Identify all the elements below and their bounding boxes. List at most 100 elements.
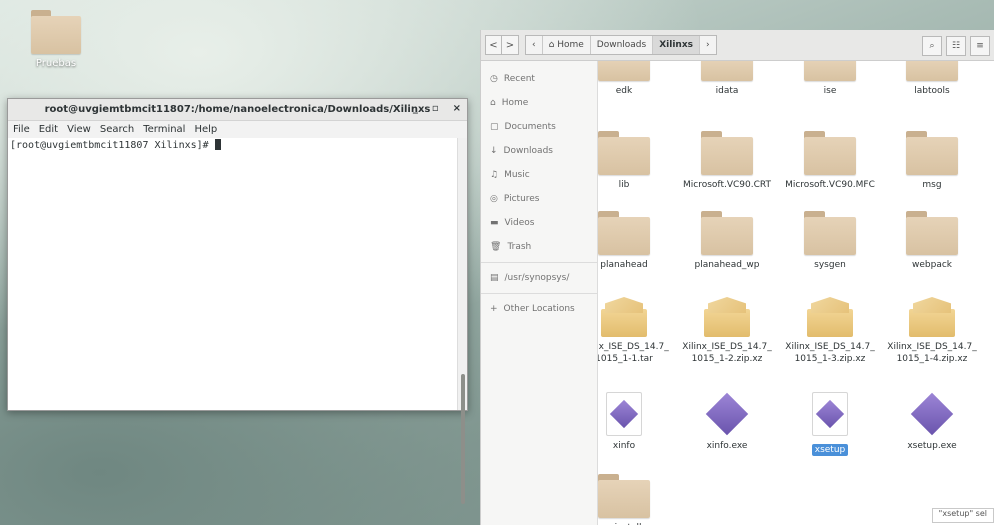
menu-button[interactable]: ≡ <box>970 36 990 56</box>
breadcrumb-downloads[interactable]: Downloads <box>591 36 654 54</box>
folder-icon <box>598 61 650 81</box>
sidebar-item-synopsys[interactable]: ▤/usr/synopsys/ <box>481 266 597 290</box>
file-item[interactable]: xsetup <box>780 392 880 456</box>
archive-icon <box>807 297 853 337</box>
minimize-button[interactable]: _ <box>413 103 418 114</box>
close-button[interactable]: × <box>453 103 461 114</box>
menu-terminal[interactable]: Terminal <box>143 124 185 135</box>
terminal-scrollbar[interactable] <box>457 138 467 504</box>
breadcrumb: ‹ ⌂ Home Downloads Xilinxs › <box>525 35 717 55</box>
forward-button[interactable]: > <box>502 35 519 55</box>
menu-edit[interactable]: Edit <box>39 124 58 135</box>
terminal-output[interactable]: [root@uvgiemtbmcit11807 Xilinxs]# <box>8 138 457 410</box>
folder-icon <box>804 211 856 255</box>
sidebar-divider <box>481 262 597 263</box>
folder-icon <box>701 211 753 255</box>
terminal-title: root@uvgiemtbmcit11807:/home/nanoelectro… <box>44 104 431 115</box>
sidebar-item-music[interactable]: ♫ Music <box>481 163 597 187</box>
menu-help[interactable]: Help <box>194 124 217 135</box>
search-button[interactable]: ⌕ <box>922 36 942 56</box>
file-label: Microsoft.VC90.MFC <box>785 180 875 190</box>
file-item[interactable]: Microsoft.VC90.MFC <box>780 131 880 191</box>
file-item[interactable]: sysgen <box>780 211 880 271</box>
file-item[interactable]: labtools <box>882 61 982 97</box>
sidebar-item-trash[interactable]: 🗑 Trash <box>481 235 597 259</box>
sidebar-item-home[interactable]: ⌂ Home <box>481 91 597 115</box>
file-item[interactable]: Xilinx_ISE_DS_14.7_ 1015_1-1.tar <box>598 297 674 365</box>
menu-file[interactable]: File <box>13 124 30 135</box>
sidebar-item-downloads[interactable]: ↓ Downloads <box>481 139 597 163</box>
terminal-titlebar[interactable]: root@uvgiemtbmcit11807:/home/nanoelectro… <box>8 99 467 121</box>
file-label: xinfo.exe <box>706 441 748 451</box>
file-item[interactable]: Microsoft.VC90.CRT <box>677 131 777 191</box>
folder-icon <box>31 10 81 54</box>
file-item[interactable]: edk <box>598 61 674 97</box>
menu-view[interactable]: View <box>67 124 91 135</box>
archive-icon <box>704 297 750 337</box>
file-item[interactable]: lib <box>598 131 674 191</box>
camera-icon: ◎ <box>490 194 498 204</box>
file-label: Xilinx_ISE_DS_14.7_ 1015_1-2.zip.xz <box>682 342 772 364</box>
file-item[interactable]: Xilinx_ISE_DS_14.7_ 1015_1-3.zip.xz <box>780 297 880 365</box>
folder-icon <box>701 131 753 175</box>
plus-icon: + <box>490 304 498 314</box>
file-label: Xilinx_ISE_DS_14.7_ 1015_1-3.zip.xz <box>785 342 875 364</box>
file-item[interactable]: msg <box>882 131 982 191</box>
file-item[interactable]: idata <box>677 61 777 97</box>
file-manager-header: < > ‹ ⌂ Home Downloads Xilinxs › ⌕ ☷ ≡ <box>481 30 994 61</box>
document-icon: ▢ <box>490 122 499 132</box>
sidebar: ◷ Recent ⌂ Home ▢ Documents ↓ Downloads ♫ Mus… <box>481 61 598 525</box>
file-label: lib <box>618 180 630 190</box>
file-label: planahead <box>600 260 648 270</box>
file-item[interactable]: .xinstall <box>598 474 674 525</box>
scrollbar-thumb[interactable] <box>461 374 465 504</box>
view-options-button[interactable]: ☷ <box>946 36 966 56</box>
file-label: xsetup.exe <box>907 441 957 451</box>
file-item[interactable]: planahead_wp <box>677 211 777 271</box>
folder-icon <box>598 474 650 518</box>
file-item[interactable]: xsetup.exe <box>882 392 982 452</box>
home-icon: ⌂ <box>548 40 555 50</box>
file-item[interactable]: Xilinx_ISE_DS_14.7_ 1015_1-4.zip.xz <box>882 297 982 365</box>
search-icon: ⌕ <box>929 41 935 51</box>
sidebar-item-documents[interactable]: ▢ Documents <box>481 115 597 139</box>
menu-search[interactable]: Search <box>100 124 134 135</box>
file-item[interactable]: xinfo <box>598 392 674 452</box>
file-label: idata <box>715 86 739 96</box>
breadcrumb-prev-button[interactable]: ‹ <box>526 36 543 54</box>
breadcrumb-xilinxs[interactable]: Xilinxs <box>653 36 700 54</box>
folder-icon <box>598 211 650 255</box>
sidebar-item-recent[interactable]: ◷ Recent <box>481 67 597 91</box>
clock-icon: ◷ <box>490 74 498 84</box>
terminal-prompt: [root@uvgiemtbmcit11807 Xilinxs]# <box>10 140 215 151</box>
breadcrumb-home[interactable]: ⌂ Home <box>543 36 591 54</box>
download-icon: ↓ <box>490 146 498 156</box>
file-item[interactable]: planahead <box>598 211 674 271</box>
sidebar-item-videos[interactable]: ▬ Videos <box>481 211 597 235</box>
file-item[interactable]: Xilinx_ISE_DS_14.7_ 1015_1-2.zip.xz <box>677 297 777 365</box>
archive-icon <box>909 297 955 337</box>
trash-icon: 🗑 <box>490 242 502 252</box>
file-item[interactable]: ise <box>780 61 880 97</box>
list-view-icon: ☷ <box>951 41 961 51</box>
file-label: edk <box>615 86 633 96</box>
file-label: xsetup <box>811 444 849 456</box>
file-label: Xilinx_ISE_DS_14.7_ 1015_1-4.zip.xz <box>887 342 977 364</box>
maximize-button[interactable]: ▫ <box>432 103 439 114</box>
file-label: labtools <box>914 86 950 96</box>
back-button[interactable]: < <box>485 35 502 55</box>
sidebar-item-other-locations[interactable]: + Other Locations <box>481 297 597 321</box>
desktop-folder-pruebas[interactable]: Pruebas <box>20 10 92 69</box>
folder-icon <box>598 131 650 175</box>
file-manager-window[interactable]: < > ‹ ⌂ Home Downloads Xilinxs › ⌕ ☷ ≡ ◷… <box>480 30 994 525</box>
folder-icon <box>701 61 753 81</box>
sidebar-item-pictures[interactable]: ◎ Pictures <box>481 187 597 211</box>
terminal-window[interactable]: root@uvgiemtbmcit11807:/home/nanoelectro… <box>7 98 468 504</box>
executable-script-icon <box>812 392 848 436</box>
file-label: planahead_wp <box>694 260 760 270</box>
breadcrumb-next-button[interactable]: › <box>700 36 716 54</box>
video-icon: ▬ <box>490 218 499 228</box>
file-item[interactable]: webpack <box>882 211 982 271</box>
drive-icon: ▤ <box>490 273 499 283</box>
file-item[interactable]: xinfo.exe <box>677 392 777 452</box>
